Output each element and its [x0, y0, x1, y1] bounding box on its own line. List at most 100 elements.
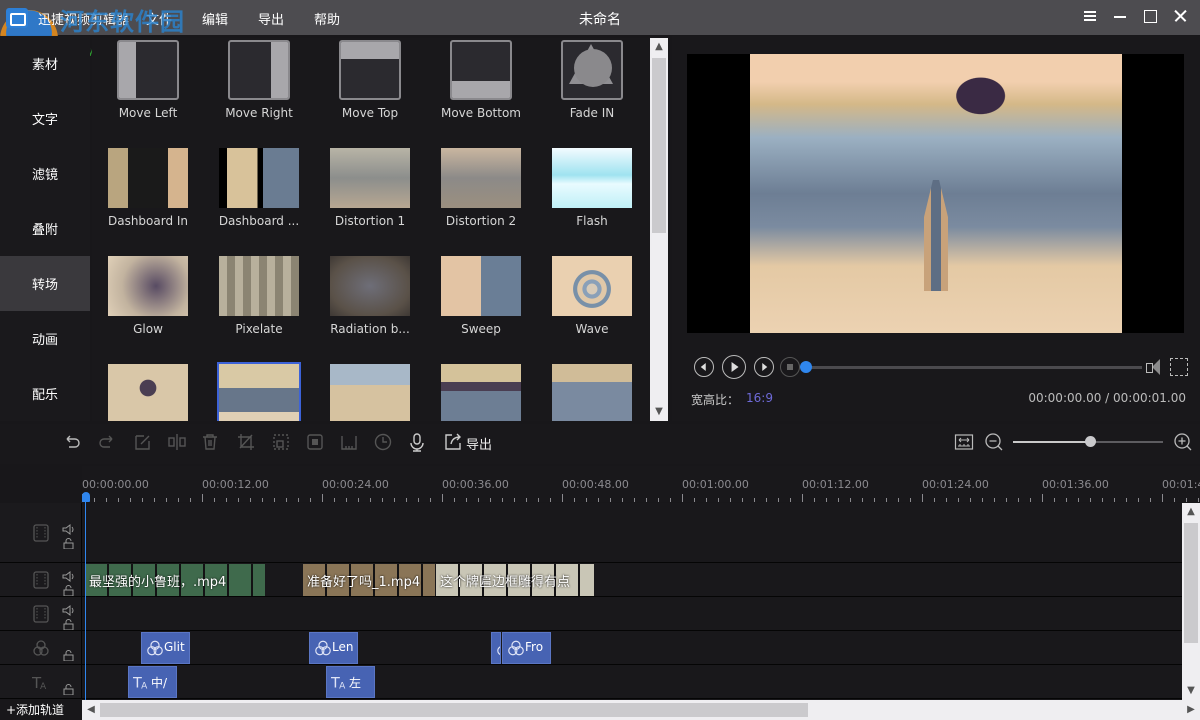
- zoom-out-icon[interactable]: [984, 432, 1004, 452]
- horizontal-scrollbar-thumb[interactable]: [100, 703, 808, 717]
- scroll-left-icon[interactable]: ◀: [82, 701, 100, 719]
- playback-progress-bar[interactable]: [800, 361, 1142, 373]
- effect-clip[interactable]: Len: [309, 632, 358, 664]
- scroll-up-icon[interactable]: ▲: [650, 38, 668, 56]
- timeline-horizontal-scrollbar[interactable]: ◀ ▶: [82, 700, 1200, 720]
- track-video[interactable]: [0, 503, 1182, 563]
- transition-tile[interactable]: Move Left: [93, 40, 203, 120]
- transition-tile[interactable]: Move Top: [315, 40, 425, 120]
- track-text[interactable]: T A T A 中/T A 左: [0, 665, 1182, 699]
- previous-frame-icon[interactable]: [694, 357, 714, 377]
- sidebar-item-2[interactable]: 滤镜: [0, 146, 90, 201]
- transition-tile[interactable]: Flash: [537, 148, 647, 228]
- volume-icon[interactable]: [1144, 358, 1164, 378]
- transition-tile[interactable]: [204, 362, 314, 421]
- playhead-handle[interactable]: [82, 492, 90, 502]
- transition-tile[interactable]: Dashboard ...: [204, 148, 314, 228]
- tracks-scrollbar-thumb[interactable]: [1184, 523, 1198, 643]
- preview-screen[interactable]: [687, 54, 1184, 333]
- text-clip[interactable]: T A 中/: [128, 666, 177, 698]
- split-icon[interactable]: [167, 432, 187, 452]
- minimize-icon[interactable]: [1112, 8, 1128, 24]
- video-clip[interactable]: 准备好了吗_1.mp4: [303, 564, 435, 596]
- fit-timeline-icon[interactable]: [954, 432, 974, 452]
- transition-tile[interactable]: Glow: [93, 256, 203, 336]
- hamburger-menu-icon[interactable]: [1082, 8, 1098, 24]
- zoom-slider-knob[interactable]: [1084, 436, 1096, 447]
- next-frame-icon[interactable]: [754, 357, 774, 377]
- add-track-button[interactable]: +添加轨道: [6, 701, 64, 718]
- redo-icon[interactable]: [97, 432, 117, 452]
- stop-icon[interactable]: [780, 357, 800, 377]
- menu-file[interactable]: 文件: [146, 9, 172, 28]
- text-clip[interactable]: TA左: [326, 666, 375, 698]
- tracks-vertical-scrollbar[interactable]: ▲ ▼: [1182, 503, 1200, 700]
- track-effect[interactable]: Glit Len Fro: [0, 631, 1182, 665]
- mosaic-icon[interactable]: [271, 432, 291, 452]
- sidebar-item-5[interactable]: 动画: [0, 311, 90, 366]
- sidebar-item-4[interactable]: 转场: [0, 256, 90, 311]
- menu-edit[interactable]: 编辑: [202, 9, 228, 28]
- zoom-in-icon[interactable]: [1173, 432, 1193, 452]
- video-clip[interactable]: 这个牌匾边框雕得有点: [436, 564, 594, 596]
- track-video[interactable]: 最坚强的小鲁班，.mp4 准备好了吗_1.mp4 这个牌匾边框雕得有点: [0, 563, 1182, 597]
- transition-tile[interactable]: Sweep: [426, 256, 536, 336]
- sidebar-item-6[interactable]: 配乐: [0, 366, 90, 421]
- gallery-scrollbar[interactable]: ▲ ▼: [650, 38, 668, 421]
- timeline-zoom-slider[interactable]: [1013, 436, 1163, 447]
- transition-tile[interactable]: [537, 364, 647, 421]
- transition-tile[interactable]: [315, 364, 425, 421]
- transition-tile[interactable]: Wave: [537, 256, 647, 336]
- speaker-icon[interactable]: [62, 520, 75, 535]
- sidebar-item-1[interactable]: 文字: [0, 91, 90, 146]
- transition-tile[interactable]: Move Bottom: [426, 40, 536, 120]
- unlock-icon[interactable]: [63, 680, 74, 696]
- transition-tile[interactable]: Radiation b...: [315, 256, 425, 336]
- sidebar-item-3[interactable]: 叠附: [0, 201, 90, 256]
- delete-icon[interactable]: [200, 432, 220, 452]
- timeline-ruler[interactable]: 00:00:00.00 00:00:12.00 00:00:24.00 00:00:3…: [82, 466, 1200, 502]
- effect-clip[interactable]: [491, 632, 501, 664]
- speaker-icon[interactable]: [62, 567, 75, 582]
- speaker-icon[interactable]: [62, 601, 75, 616]
- playback-progress-knob[interactable]: [800, 361, 812, 373]
- export-button[interactable]: 导出: [466, 434, 492, 453]
- transition-tile[interactable]: [426, 364, 536, 421]
- speed-clock-icon[interactable]: [373, 432, 393, 452]
- unlock-icon[interactable]: [63, 615, 74, 631]
- aspect-ratio-value[interactable]: 16:9: [746, 391, 773, 405]
- transition-tile[interactable]: Fade IN: [537, 40, 647, 120]
- close-icon[interactable]: [1172, 8, 1188, 24]
- transition-tile[interactable]: Distortion 2: [426, 148, 536, 228]
- audio-levels-icon[interactable]: [339, 432, 359, 452]
- crop-icon[interactable]: [236, 432, 256, 452]
- effect-clip[interactable]: Glit: [141, 632, 190, 664]
- scroll-down-icon[interactable]: ▼: [650, 403, 668, 421]
- scroll-right-icon[interactable]: ▶: [1182, 701, 1200, 719]
- microphone-icon[interactable]: [407, 432, 427, 452]
- edit-icon[interactable]: [133, 432, 153, 452]
- play-icon[interactable]: [722, 355, 746, 379]
- effect-clip[interactable]: Fro: [502, 632, 551, 664]
- menu-export[interactable]: 导出: [258, 9, 284, 28]
- sidebar-item-0[interactable]: 素材: [0, 36, 90, 91]
- menu-help[interactable]: 帮助: [314, 9, 340, 28]
- unlock-icon[interactable]: [63, 581, 74, 597]
- undo-icon[interactable]: [62, 432, 82, 452]
- tracks-scroll-up-icon[interactable]: ▲: [1182, 503, 1200, 521]
- transition-tile[interactable]: [93, 364, 203, 421]
- unlock-icon[interactable]: [63, 534, 74, 550]
- transition-tile[interactable]: Pixelate: [204, 256, 314, 336]
- unlock-icon[interactable]: [63, 646, 74, 662]
- track-video[interactable]: [0, 597, 1182, 631]
- transition-tile[interactable]: Dashboard In: [93, 148, 203, 228]
- maximize-icon[interactable]: [1142, 8, 1158, 24]
- fullscreen-icon[interactable]: [1170, 358, 1188, 376]
- transition-tile[interactable]: Distortion 1: [315, 148, 425, 228]
- export-icon[interactable]: [443, 432, 463, 452]
- scrollbar-thumb[interactable]: [652, 58, 666, 233]
- video-clip[interactable]: 最坚强的小鲁班，.mp4: [85, 564, 265, 596]
- mask-icon[interactable]: [305, 432, 325, 452]
- tracks-scroll-down-icon[interactable]: ▼: [1182, 682, 1200, 700]
- transition-tile[interactable]: Move Right: [204, 40, 314, 120]
